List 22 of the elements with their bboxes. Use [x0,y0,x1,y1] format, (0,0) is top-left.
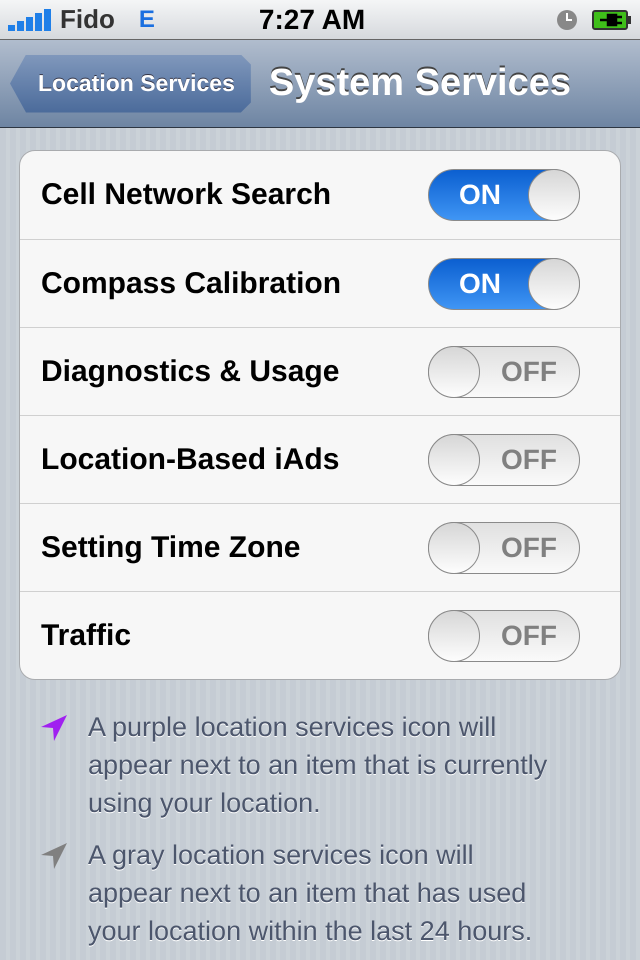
signal-icon [8,8,54,30]
battery-icon [592,8,632,30]
setting-label: Cell Network Search [41,178,332,212]
setting-label: Location-Based iAds [41,442,340,476]
status-time: 7:27 AM [258,4,366,36]
back-button[interactable]: Location Services [10,54,251,112]
setting-label: Compass Calibration [41,266,342,300]
note-text: A purple location services icon will appear next to an item that is currently using your location. [88,711,548,820]
toggle-switch[interactable]: ON [428,169,580,221]
setting-label: Setting Time Zone [41,530,300,564]
toggle-switch[interactable]: OFF [428,346,580,398]
toggle-switch[interactable]: OFF [428,522,580,574]
toggle-switch[interactable]: ON [428,258,580,310]
setting-label: Traffic [41,618,132,652]
network-type: E [138,6,155,34]
toggle-switch[interactable]: OFF [428,610,580,662]
note-text: A gray location services icon will appear next to an item that has used your location within the last 24 hours. [88,839,534,948]
carrier-name: Fido [60,4,115,35]
page-title: System Services [268,62,571,105]
toggle-switch[interactable]: OFF [428,434,580,486]
setting-label: Diagnostics & Usage [41,354,340,388]
clock-icon [556,8,578,30]
